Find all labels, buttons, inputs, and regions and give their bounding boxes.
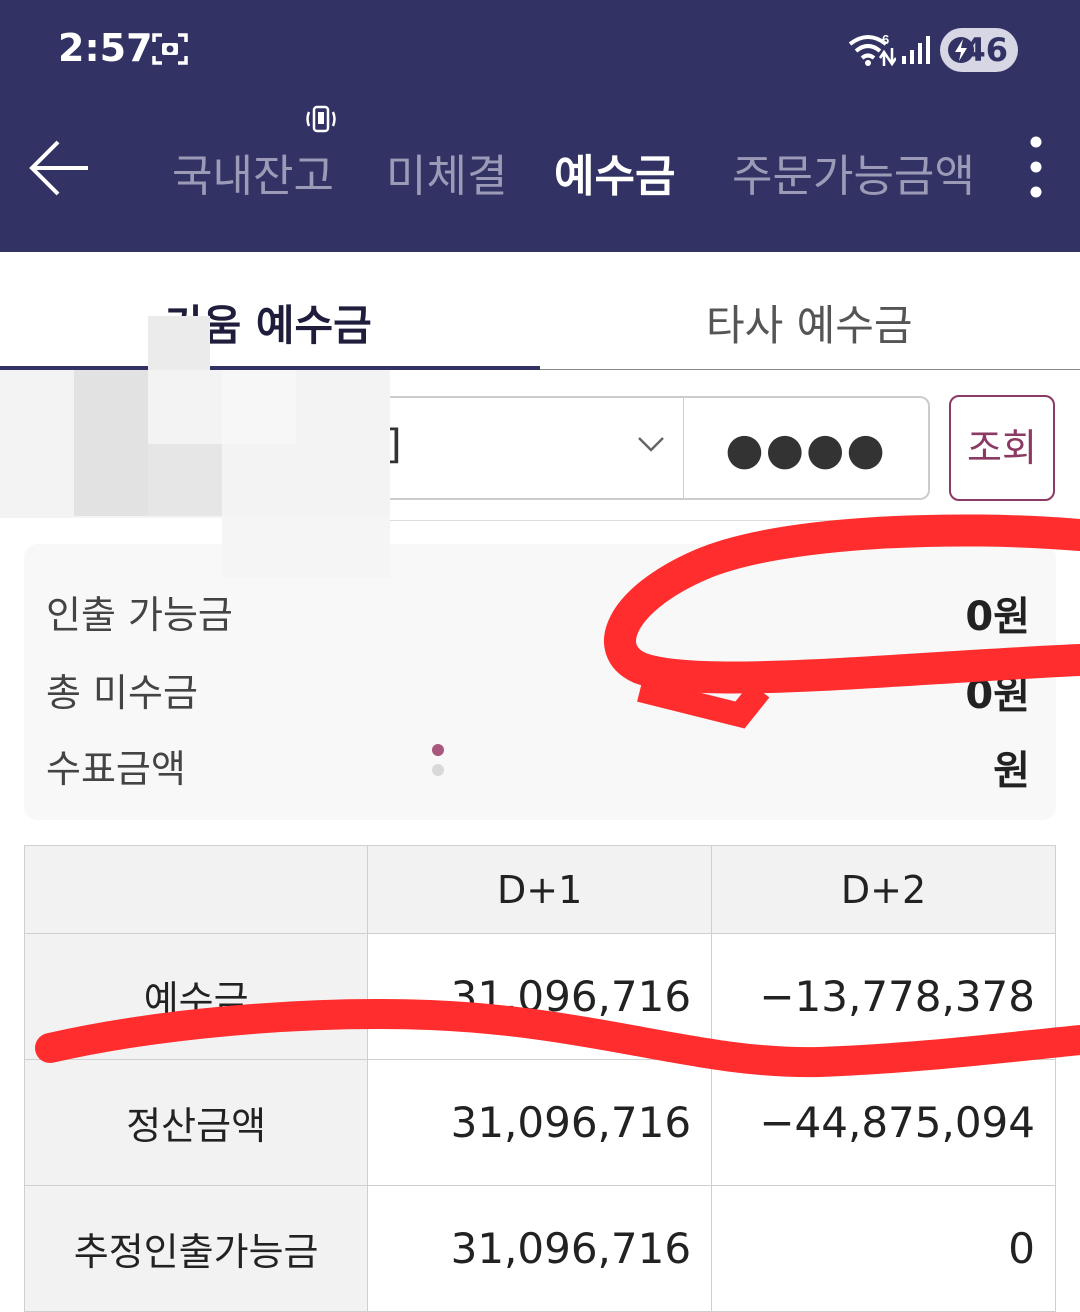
table-header-empty: [23, 845, 369, 934]
svg-text:6: 6: [882, 32, 889, 47]
vibrate-icon[interactable]: [304, 104, 338, 134]
app-header: 2:57 6 46 국내잔고 미체결 예수금 주문가능금액: [0, 0, 1080, 252]
total-unpaid-value: 0원: [965, 672, 1030, 718]
settlement-d1: 31,096,716: [367, 1059, 713, 1186]
divider: [390, 520, 1056, 521]
withdrawable-value: 0원: [965, 594, 1030, 640]
back-arrow-icon[interactable]: [28, 140, 90, 196]
estimated-withdrawable-d1: 31,096,716: [367, 1185, 713, 1312]
summary-panel: 인출 가능금 0원 총 미수금 0원 수표금액 원: [24, 544, 1056, 820]
wifi-icon: 6: [848, 32, 896, 67]
deposit-table: D+1 D+2 예수금 31,096,716 −13,778,378 정산금액 …: [23, 845, 1056, 1312]
deposit-d2: −13,778,378: [711, 933, 1056, 1060]
battery-charging-icon: [948, 37, 974, 63]
chevron-down-icon[interactable]: [636, 434, 666, 454]
settlement-d2: −44,875,094: [711, 1059, 1056, 1186]
subtab-other-deposit[interactable]: 타사 예수금: [706, 292, 913, 353]
withdrawable-label: 인출 가능금: [46, 593, 233, 637]
row-label-settlement: 정산금액: [23, 1059, 369, 1186]
query-button[interactable]: 조회: [949, 395, 1055, 501]
status-time: 2:57: [58, 26, 153, 70]
row-label-estimated-withdrawable: 추정인출가능금: [23, 1185, 369, 1312]
tab-deposit[interactable]: 예수금: [554, 140, 675, 204]
password-field[interactable]: ●●●●: [684, 396, 930, 500]
tab-orderable-amount[interactable]: 주문가능금액: [732, 140, 975, 204]
redaction-mosaic: [148, 316, 210, 370]
row-label-deposit: 예수금: [23, 933, 369, 1060]
tab-divider: [540, 369, 1080, 370]
deposit-d1: 31,096,716: [367, 933, 713, 1060]
table-row: 정산금액 31,096,716 −44,875,094: [23, 1059, 1056, 1186]
pager-dot: [432, 764, 444, 776]
table-row: 예수금 31,096,716 −13,778,378: [23, 933, 1056, 1060]
battery-indicator: 46: [940, 28, 1018, 72]
more-vertical-icon[interactable]: [1026, 134, 1046, 200]
signal-icon: [902, 36, 930, 64]
redaction-mosaic: [148, 444, 222, 516]
table-row: 추정인출가능금 31,096,716 0: [23, 1185, 1056, 1312]
check-amount-value: 원: [993, 748, 1030, 794]
table-header-d2: D+2: [711, 845, 1056, 934]
total-unpaid-label: 총 미수금: [46, 671, 198, 715]
estimated-withdrawable-d2: 0: [711, 1185, 1056, 1312]
pager-dot-active: [432, 744, 444, 756]
redaction-mosaic: [74, 370, 148, 516]
table-header-row: D+1 D+2: [23, 845, 1056, 934]
check-amount-label: 수표금액: [46, 747, 186, 791]
tab-unfilled[interactable]: 미체결: [386, 140, 507, 204]
table-header-d1: D+1: [367, 845, 713, 934]
redaction-mosaic: [222, 370, 296, 444]
screenshot-icon: [152, 33, 188, 65]
tab-domestic-balance[interactable]: 국내잔고: [172, 140, 334, 204]
redaction-mosaic: [222, 516, 390, 578]
